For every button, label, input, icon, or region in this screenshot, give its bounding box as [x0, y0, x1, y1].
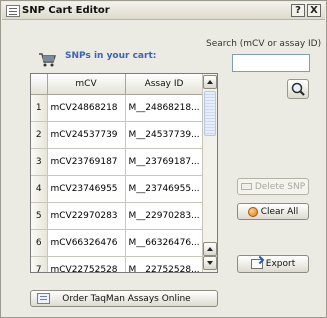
scroll-up-button-lower[interactable] [203, 242, 217, 256]
table-row[interactable]: 6 mCV66326476 M__66326476... [31, 229, 204, 257]
table-row[interactable]: 5 mCV22970283 M__22970283... [31, 202, 204, 230]
delete-snp-label: Delete SNP [254, 181, 306, 192]
cart-label: SNPs in your cart: [65, 51, 157, 61]
row-number: 1 [31, 94, 48, 122]
search-button[interactable] [287, 79, 309, 99]
row-number: 4 [31, 175, 48, 203]
chevron-up-icon [207, 80, 213, 84]
cell-mcv[interactable]: mCV24868218 [47, 94, 126, 122]
cell-assay-id[interactable]: M__24868218... [125, 94, 204, 122]
table-row[interactable]: 1 mCV24868218 M__24868218... [31, 94, 204, 122]
order-taqman-button[interactable]: Order TaqMan Assays Online [30, 290, 218, 307]
table-row[interactable]: 4 mCV23746955 M__23746955... [31, 175, 204, 203]
scroll-down-button[interactable] [203, 256, 217, 270]
chevron-down-icon [207, 261, 213, 265]
row-number: 5 [31, 202, 48, 230]
cell-mcv[interactable]: mCV22752528 [47, 256, 126, 272]
close-button[interactable]: X [307, 4, 321, 17]
snp-table: mCV Assay ID 1 mCV24868218 M__24868218..… [30, 73, 218, 273]
search-label: Search (mCV or assay ID) [206, 39, 322, 49]
row-number-header [31, 74, 48, 95]
cell-assay-id[interactable]: M__22752528... [125, 256, 204, 272]
title-bar[interactable]: SNP Cart Editor ? X [2, 2, 325, 20]
delete-snp-button[interactable]: Delete SNP [237, 178, 309, 195]
app-icon [6, 5, 20, 17]
row-number: 2 [31, 121, 48, 149]
cell-assay-id[interactable]: M__23746955... [125, 175, 204, 203]
cell-mcv[interactable]: mCV66326476 [47, 229, 126, 257]
column-header-assay-id[interactable]: Assay ID [125, 74, 204, 95]
table-row[interactable]: 7 mCV22752528 M__22752528... [31, 256, 204, 272]
cell-mcv[interactable]: mCV24537739 [47, 121, 126, 149]
delete-icon [240, 183, 252, 190]
export-label: Export [265, 259, 296, 269]
clear-all-button[interactable]: Clear All [237, 203, 309, 220]
cell-assay-id[interactable]: M__24537739... [125, 121, 204, 149]
cell-assay-id[interactable]: M__23769187... [125, 148, 204, 176]
scroll-up-button[interactable] [203, 75, 217, 89]
clear-icon [247, 206, 258, 217]
order-taqman-label: Order TaqMan Assays Online [62, 293, 191, 304]
row-number: 6 [31, 229, 48, 257]
window-title: SNP Cart Editor [22, 5, 110, 16]
export-icon [250, 259, 263, 269]
search-input[interactable] [232, 54, 310, 72]
help-button[interactable]: ? [291, 4, 305, 17]
cell-mcv[interactable]: mCV22970283 [47, 202, 126, 230]
magnifier-icon [291, 82, 305, 96]
scrollbar-thumb[interactable] [204, 91, 216, 136]
snp-cart-editor-window: SNP Cart Editor ? X SNPs in your cart: S… [0, 0, 327, 318]
clear-all-label: Clear All [260, 206, 299, 217]
table-row[interactable]: 2 mCV24537739 M__24537739... [31, 121, 204, 149]
order-icon [37, 293, 50, 304]
cell-mcv[interactable]: mCV23769187 [47, 148, 126, 176]
cell-assay-id[interactable]: M__66326476... [125, 229, 204, 257]
shopping-cart-icon [39, 53, 56, 67]
cell-mcv[interactable]: mCV23746955 [47, 175, 126, 203]
cell-assay-id[interactable]: M__22970283... [125, 202, 204, 230]
column-header-mcv[interactable]: mCV [47, 74, 126, 95]
row-number: 7 [31, 256, 48, 272]
table-scrollbar[interactable] [202, 74, 217, 272]
row-number: 3 [31, 148, 48, 176]
chevron-up-icon [207, 247, 213, 251]
export-button[interactable]: Export [237, 255, 309, 273]
table-row[interactable]: 3 mCV23769187 M__23769187... [31, 148, 204, 176]
